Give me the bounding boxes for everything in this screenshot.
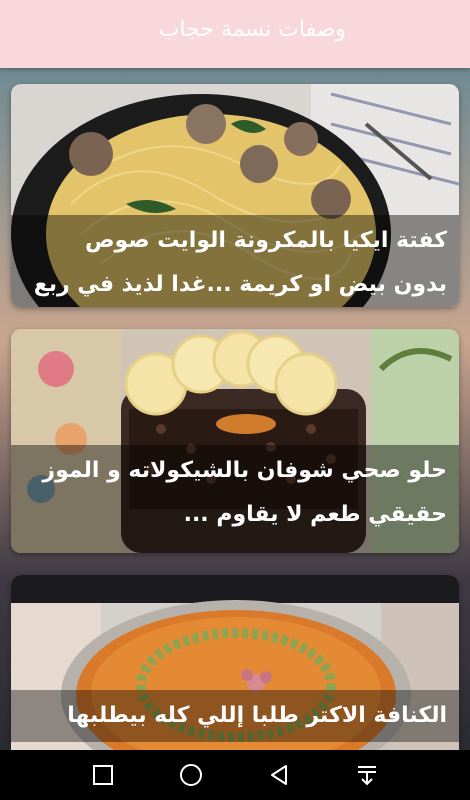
recipe-card-1[interactable]: كفتة ايكيا بالمكرونة الوايت صوص بدون بيض…	[11, 84, 459, 307]
recipe-card-2[interactable]: حلو صحي شوفان بالشيكولاته و الموز حقيقي …	[11, 329, 459, 553]
app-title: وصفات نسمة حجاب	[158, 17, 346, 42]
recipe-title: كفتة ايكيا بالمكرونة الوايت صوص بدون بيض…	[11, 215, 459, 307]
app-bar: وصفات نسمة حجاب	[0, 0, 470, 68]
recipe-card-3[interactable]: الكنافة الاكتر طلبا إللي كله بيطلبها	[11, 575, 459, 750]
system-nav-bar	[0, 750, 470, 800]
back-triangle-icon[interactable]	[266, 762, 292, 788]
recipe-title: حلو صحي شوفان بالشيكولاته و الموز حقيقي …	[11, 445, 459, 553]
home-circle-icon[interactable]	[178, 762, 204, 788]
recents-square-icon[interactable]	[90, 762, 116, 788]
notifications-pull-icon[interactable]	[354, 762, 380, 788]
recipe-title: الكنافة الاكتر طلبا إللي كله بيطلبها	[11, 690, 459, 742]
